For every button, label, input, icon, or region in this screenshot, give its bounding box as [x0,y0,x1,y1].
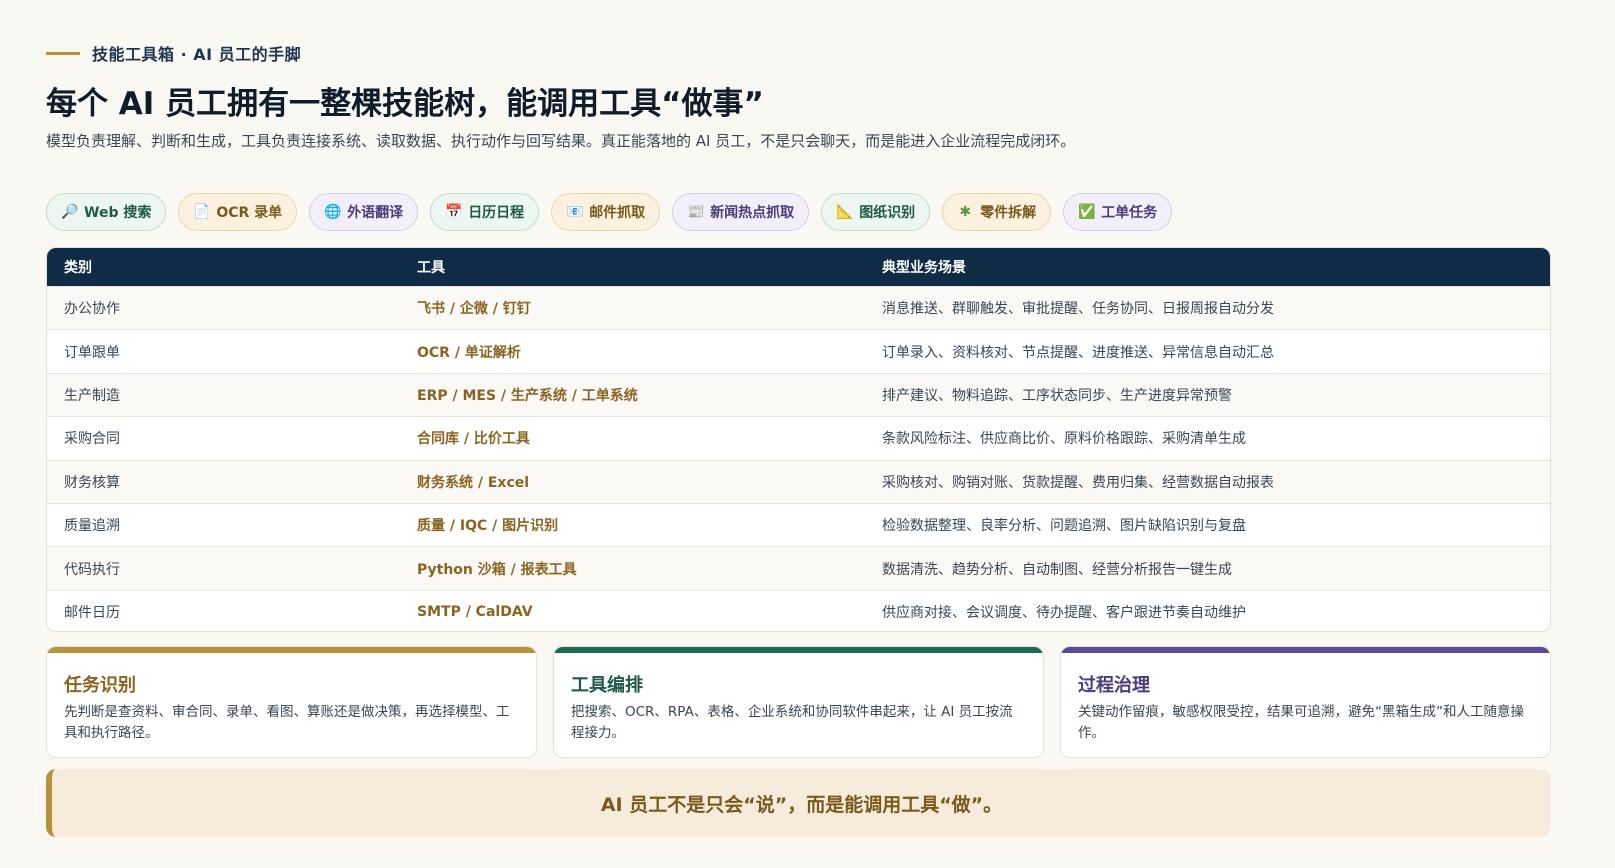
chip-label: Web 搜索 [84,205,152,221]
chip-email[interactable]: 📧 邮件抓取 [551,193,661,231]
tools-table: 类别 工具 典型业务场景 办公协作 飞书 / 企微 / 钉钉 消息推送、群聊触发… [46,247,1551,632]
card-accent-bar [47,647,536,653]
skill-chips: 🔎 Web 搜索 📄 OCR 录单 🌐 外语翻译 📅 日历日程 📧 邮件抓取 📰… [46,193,1173,231]
card-accent-bar [554,647,1043,653]
eyebrow-text: 技能工具箱 · AI 员工的手脚 [92,45,302,64]
table-row: 质量追溯 质量 / IQC / 图片识别 检验数据整理、良率分析、问题追溯、图片… [47,502,1550,546]
card-task-recognition: 任务识别 先判断是查资料、审合同、录单、看图、算账还是做决策，再选择模型、工具和… [46,646,537,758]
chip-translate[interactable]: 🌐 外语翻译 [309,193,419,231]
cell-scenario: 订单录入、资料核对、节点提醒、进度推送、异常信息自动汇总 [882,344,1274,361]
newspaper-icon: 📰 [687,204,705,220]
card-text: 先判断是查资料、审合同、录单、看图、算账还是做决策，再选择模型、工具和执行路径。 [64,704,510,741]
chip-ocr[interactable]: 📄 OCR 录单 [178,193,298,231]
table-row: 生产制造 ERP / MES / 生产系统 / 工单系统 排产建议、物料追踪、工… [47,372,1550,417]
calendar-icon: 📅 [445,204,463,220]
cell-scenario: 检验数据整理、良率分析、问题追溯、图片缺陷识别与复盘 [882,518,1246,535]
chip-workorder[interactable]: ✅ 工单任务 [1063,193,1173,231]
cell-scenario: 排产建议、物料追踪、工序状态同步、生产进度异常预警 [882,387,1232,404]
table-body: 办公协作 飞书 / 企微 / 钉钉 消息推送、群聊触发、审批提醒、任务协同、日报… [47,286,1550,631]
chip-web-search[interactable]: 🔎 Web 搜索 [46,193,167,231]
cell-scenario: 数据清洗、趋势分析、自动制图、经营分析报告一键生成 [882,561,1232,578]
cell-category: 财务核算 [64,474,120,491]
bottom-banner: AI 员工不是只会“说”，而是能调用工具“做”。 [46,769,1551,837]
cell-scenario: 条款风险标注、供应商比价、原料价格跟踪、采购清单生成 [882,431,1246,448]
table-header: 类别 工具 典型业务场景 [47,248,1550,286]
page-subtitle: 模型负责理解、判断和生成，工具负责连接系统、读取数据、执行动作与回写结果。真正能… [46,132,1076,150]
chip-parts[interactable]: ✱ 零件拆解 [942,193,1052,231]
cell-tool: SMTP / CalDAV [417,603,533,620]
search-icon: 🔎 [61,204,79,220]
cell-tool: ERP / MES / 生产系统 / 工单系统 [417,387,638,404]
eyebrow: 技能工具箱 · AI 员工的手脚 [46,42,301,64]
card-title: 过程治理 [1078,675,1150,696]
feature-cards: 任务识别 先判断是查资料、审合同、录单、看图、算账还是做决策，再选择模型、工具和… [46,646,1551,758]
card-accent-bar [1061,647,1550,653]
gear-icon: ✱ [959,204,972,220]
cell-tool: OCR / 单证解析 [417,344,521,361]
card-tool-orchestration: 工具编排 把搜索、OCR、RPA、表格、企业系统和协同软件串起来，让 AI 员工… [553,646,1044,758]
cell-category: 办公协作 [64,301,120,318]
chip-label: 新闻热点抓取 [710,205,795,221]
cell-scenario: 采购核对、购销对账、货款提醒、费用归集、经营数据自动报表 [882,474,1274,491]
cell-category: 代码执行 [64,561,120,578]
cell-tool: Python 沙箱 / 报表工具 [417,561,577,578]
cell-tool: 质量 / IQC / 图片识别 [417,518,559,535]
chip-label: 日历日程 [468,205,525,221]
cell-category: 生产制造 [64,387,120,404]
chip-label: 图纸识别 [859,205,916,221]
header-category: 类别 [64,260,92,276]
chip-label: 工单任务 [1101,205,1158,221]
card-title: 任务识别 [64,675,136,696]
mail-icon: 📧 [566,204,584,220]
header-scenario: 典型业务场景 [882,260,966,276]
table-row: 办公协作 飞书 / 企微 / 钉钉 消息推送、群聊触发、审批提醒、任务协同、日报… [47,286,1550,330]
document-icon: 📄 [193,204,211,220]
banner-text: AI 员工不是只会“说”，而是能调用工具“做”。 [600,793,1003,816]
chip-calendar[interactable]: 📅 日历日程 [430,193,540,231]
eyebrow-line [46,51,80,55]
table-row: 邮件日历 SMTP / CalDAV 供应商对接、会议调度、待办提醒、客户跟进节… [47,589,1550,631]
chip-label: 零件拆解 [980,205,1037,221]
table-row: 代码执行 Python 沙箱 / 报表工具 数据清洗、趋势分析、自动制图、经营分… [47,546,1550,590]
triangle-ruler-icon: 📐 [836,204,854,220]
cell-scenario: 供应商对接、会议调度、待办提醒、客户跟进节奏自动维护 [882,604,1246,621]
checkbox-icon: ✅ [1078,204,1096,220]
chip-label: 邮件抓取 [589,205,646,221]
card-process-governance: 过程治理 关键动作留痕，敏感权限受控，结果可追溯，避免“黑箱生成”和人工随意操作… [1060,646,1551,758]
table-row: 采购合同 合同库 / 比价工具 条款风险标注、供应商比价、原料价格跟踪、采购清单… [47,416,1550,459]
cell-category: 质量追溯 [64,518,120,535]
cell-category: 采购合同 [64,431,120,448]
header-tool: 工具 [417,260,445,276]
cell-tool: 合同库 / 比价工具 [417,431,530,448]
table-row: 财务核算 财务系统 / Excel 采购核对、购销对账、货款提醒、费用归集、经营… [47,459,1550,503]
chip-news[interactable]: 📰 新闻热点抓取 [672,193,810,231]
page-title: 每个 AI 员工拥有一整棵技能树，能调用工具“做事” [46,86,764,122]
cell-category: 订单跟单 [64,344,120,361]
card-text: 关键动作留痕，敏感权限受控，结果可追溯，避免“黑箱生成”和人工随意操作。 [1078,704,1524,741]
globe-icon: 🌐 [324,204,342,220]
card-text: 把搜索、OCR、RPA、表格、企业系统和协同软件串起来，让 AI 员工按流程接力… [571,704,1013,741]
chip-label: OCR 录单 [216,205,283,221]
chip-drawing[interactable]: 📐 图纸识别 [821,193,931,231]
chip-label: 外语翻译 [347,205,404,221]
cell-scenario: 消息推送、群聊触发、审批提醒、任务协同、日报周报自动分发 [882,301,1274,318]
cell-tool: 财务系统 / Excel [417,474,530,491]
table-row: 订单跟单 OCR / 单证解析 订单录入、资料核对、节点提醒、进度推送、异常信息… [47,329,1550,372]
cell-category: 邮件日历 [64,604,120,621]
card-title: 工具编排 [571,675,643,696]
cell-tool: 飞书 / 企微 / 钉钉 [417,301,531,318]
